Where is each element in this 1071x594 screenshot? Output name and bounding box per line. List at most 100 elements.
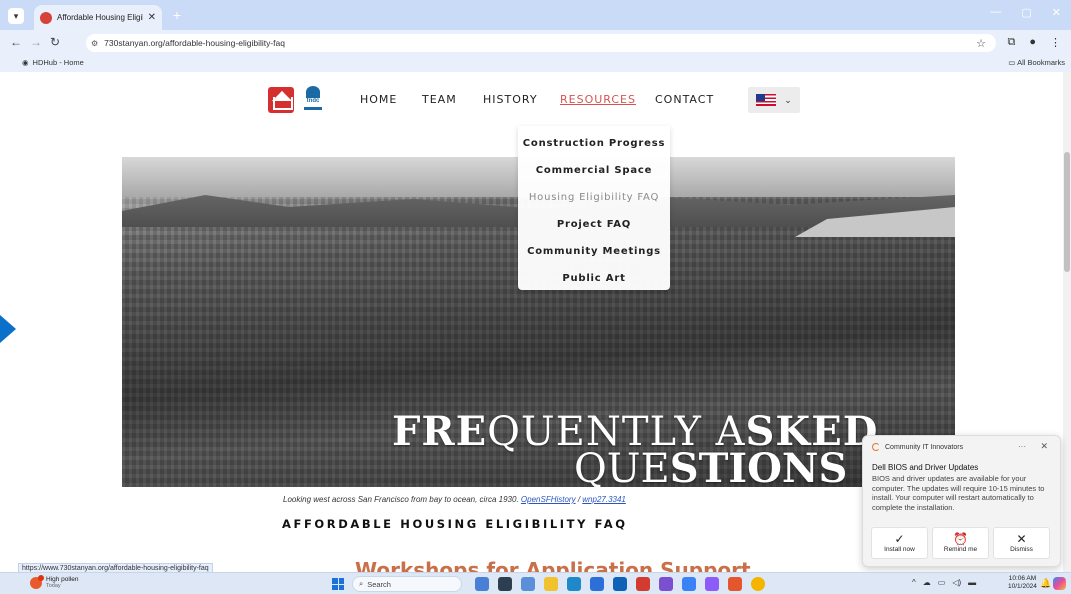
all-bookmarks[interactable]: ▭ All Bookmarks [1008, 58, 1065, 67]
dropdown-item-commercial-space[interactable]: Commercial Space [518, 157, 670, 184]
page-title: AFFORDABLE HOUSING ELIGIBILITY FAQ [282, 517, 628, 531]
dropdown-item-project-faq[interactable]: Project FAQ [518, 211, 670, 238]
forward-arrow-icon[interactable]: → [30, 35, 42, 49]
side-arrow-icon [0, 315, 16, 343]
dropdown-item-public-art[interactable]: Public Art [518, 265, 670, 292]
store-icon[interactable] [590, 577, 604, 591]
file-explorer-icon[interactable] [544, 577, 558, 591]
caption-link-wnp[interactable]: wnp27.3341 [582, 495, 626, 504]
battery-icon[interactable]: ▬ [968, 578, 976, 587]
teams-icon[interactable] [659, 577, 673, 591]
notification-bell-icon[interactable]: 🔔 [1040, 578, 1051, 589]
toast-title: Dell BIOS and Driver Updates [872, 463, 979, 472]
hero-title-part: FRE [392, 408, 488, 455]
caption-link-opensfhistory[interactable]: OpenSFHistory [521, 495, 576, 504]
widgets-app-icon[interactable] [475, 577, 489, 591]
weather-title: High pollen [46, 576, 79, 583]
remind-me-button[interactable]: ⏰ Remind me [932, 527, 989, 559]
hero-title-line2: QUESTIONS [574, 449, 847, 488]
image-caption: Looking west across San Francisco from b… [283, 495, 626, 504]
folder-icon: ▭ [1008, 58, 1016, 67]
chrome-icon[interactable] [751, 577, 765, 591]
new-tab-icon[interactable]: + [170, 8, 184, 22]
volume-icon[interactable]: ◁) [952, 578, 961, 587]
url-text: 730stanyan.org/affordable-housing-eligib… [104, 38, 285, 48]
extensions-icon[interactable]: ⧉ [1007, 36, 1015, 49]
close-window-icon[interactable]: ✕ [1052, 6, 1061, 19]
tab-search-icon[interactable]: ▾ [8, 8, 24, 24]
office-icon[interactable] [728, 577, 742, 591]
taskbar-clock[interactable]: 10:06 AM 10/1/2024 [1008, 575, 1037, 591]
browser-tab[interactable]: Affordable Housing Eligibility FAQ ✕ [34, 5, 162, 30]
install-now-button[interactable]: ✓ Install now [871, 527, 928, 559]
search-label: Search [367, 579, 391, 589]
start-button-icon[interactable] [332, 578, 344, 590]
close-icon: ✕ [1016, 532, 1027, 546]
onedrive-icon[interactable] [682, 577, 696, 591]
hero-title-part: STIONS [669, 445, 848, 488]
clock-time: 10:06 AM [1008, 575, 1037, 582]
language-selector[interactable]: ⌄ [748, 87, 800, 113]
us-flag-icon [756, 94, 777, 106]
app-logo-icon [872, 443, 880, 451]
bookmarks-bar: ◉ HDHub - Home ▭ All Bookmarks [0, 56, 1071, 72]
minimize-icon[interactable]: — [990, 6, 1001, 19]
page-scrollbar[interactable] [1063, 72, 1071, 572]
clock-date: 10/1/2024 [1008, 583, 1037, 590]
tray-overflow-icon[interactable]: ^ [912, 578, 916, 587]
dismiss-label: Dismiss [1010, 546, 1033, 553]
windows-taskbar: High pollen Today ⌕ Search ^ ☁ ▭ ◁) ▬ 10:… [0, 572, 1071, 594]
bookmark-hdhub[interactable]: ◉ HDHub - Home [22, 58, 84, 67]
url-field[interactable]: ⚙ 730stanyan.org/affordable-housing-elig… [86, 34, 996, 52]
back-arrow-icon[interactable]: ← [10, 35, 22, 49]
copilot-app-icon[interactable] [705, 577, 719, 591]
kebab-menu-icon[interactable]: ⋮ [1050, 36, 1061, 49]
tab-strip: ▾ Affordable Housing Eligibility FAQ ✕ +… [0, 0, 1071, 30]
toast-more-icon[interactable]: ··· [1018, 442, 1026, 451]
site-info-icon[interactable]: ⚙ [91, 39, 98, 48]
dropdown-item-housing-eligibility-faq[interactable]: Housing Eligibility FAQ [518, 184, 670, 211]
weather-widget[interactable]: High pollen Today [30, 575, 79, 590]
profile-avatar-icon[interactable]: ● [1029, 36, 1036, 49]
dismiss-button[interactable]: ✕ Dismiss [993, 527, 1050, 559]
weather-text: High pollen Today [46, 576, 79, 590]
search-icon: ⌕ [359, 579, 364, 588]
dropdown-item-community-meetings[interactable]: Community Meetings [518, 238, 670, 265]
nav-history[interactable]: HISTORY [483, 93, 538, 106]
toast-close-icon[interactable]: ✕ [1040, 441, 1048, 452]
task-view-icon[interactable] [498, 577, 512, 591]
tab-close-icon[interactable]: ✕ [148, 12, 156, 23]
window-controls: — ▢ ✕ [990, 6, 1061, 19]
scrollbar-thumb[interactable] [1064, 152, 1070, 272]
tndc-logo-text: tndc [306, 98, 320, 104]
tndc-logo[interactable]: tndc [304, 86, 322, 114]
nav-resources[interactable]: RESOURCES [560, 93, 636, 106]
site-favicon-icon [40, 11, 52, 24]
chevron-down-icon: ⌄ [784, 94, 792, 105]
acrobat-icon[interactable] [636, 577, 650, 591]
nav-contact[interactable]: CONTACT [655, 93, 714, 106]
nav-team[interactable]: TEAM [422, 93, 457, 106]
dropdown-item-construction-progress[interactable]: Construction Progress [518, 130, 670, 157]
tndc-logo-icon [306, 86, 320, 98]
section-heading: Workshops for Application Support [355, 560, 751, 572]
pollen-icon [30, 575, 44, 589]
tndc-logo-bar [304, 107, 322, 110]
taskbar-apps [475, 577, 765, 591]
display-icon[interactable]: ▭ [938, 578, 946, 587]
settings-app-icon[interactable] [521, 577, 535, 591]
copilot-icon[interactable] [1053, 577, 1066, 590]
remind-me-label: Remind me [943, 546, 978, 553]
restore-icon[interactable]: ▢ [1021, 6, 1031, 19]
edge-icon[interactable] [567, 577, 581, 591]
reload-icon[interactable]: ↻ [50, 35, 60, 49]
house-logo-icon[interactable] [268, 87, 294, 113]
bookmark-star-icon[interactable]: ☆ [976, 37, 986, 50]
nav-home[interactable]: HOME [360, 93, 397, 106]
bookmark-label: HDHub - Home [32, 58, 84, 67]
resources-dropdown: Construction Progress Commercial Space H… [518, 126, 670, 290]
outlook-icon[interactable] [613, 577, 627, 591]
caption-text: Looking west across San Francisco from b… [283, 495, 519, 504]
cloud-icon[interactable]: ☁ [923, 578, 931, 587]
taskbar-search[interactable]: ⌕ Search [352, 576, 462, 592]
